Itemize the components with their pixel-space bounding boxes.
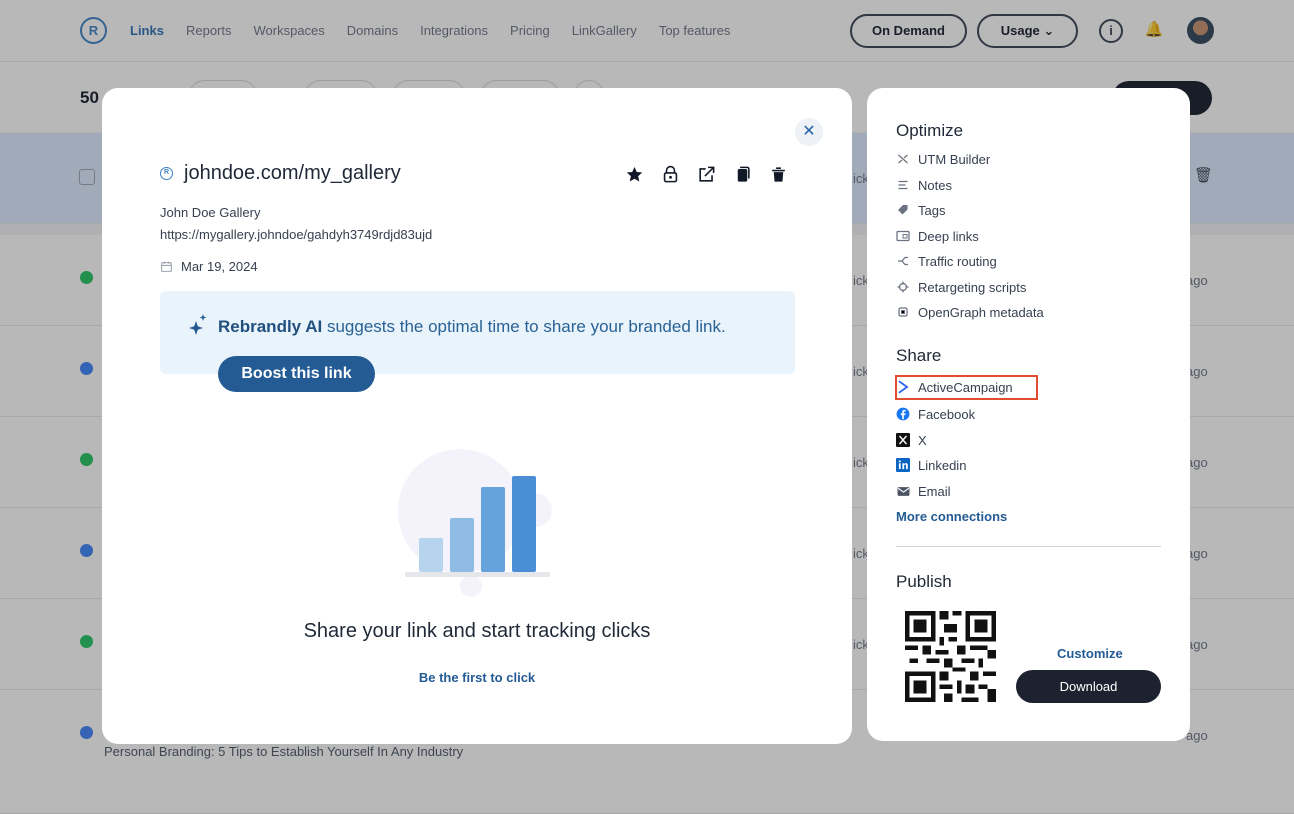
optimize-item-retargeting-scripts[interactable]: Retargeting scripts (896, 277, 1026, 297)
share-item-linkedin[interactable]: Linkedin (896, 455, 966, 475)
destination-url[interactable]: https://mygallery.johndoe/gahdyh3749rdjd… (160, 227, 432, 242)
more-connections-link[interactable]: More connections (896, 509, 1007, 524)
deep-link-icon (896, 229, 910, 243)
date-text: Mar 19, 2024 (181, 259, 258, 274)
rebrandly-icon: R (160, 167, 173, 180)
optimize-item-opengraph-metadata[interactable]: OpenGraph metadata (896, 302, 1044, 322)
optimize-item-tags[interactable]: Tags (896, 200, 945, 220)
created-date: Mar 19, 2024 (160, 259, 258, 274)
optimize-item-utm-builder[interactable]: UTM Builder (896, 149, 990, 169)
optimize-label: Traffic routing (918, 253, 997, 269)
email-icon (896, 484, 910, 498)
share-label: Facebook (918, 406, 976, 422)
share-label: ActiveCampaign (918, 379, 1013, 395)
optimize-label: Retargeting scripts (918, 279, 1027, 295)
opengraph-icon (896, 305, 910, 319)
share-heading: Share (896, 346, 942, 365)
optimize-label: Deep links (918, 228, 979, 244)
optimize-item-deep-links[interactable]: Deep links (896, 226, 979, 246)
activecampaign-icon (896, 380, 910, 394)
x-icon (896, 433, 910, 447)
copy-icon[interactable] (732, 164, 752, 184)
link-details-modal: ✕ R johndoe.com/my_gallery John Doe Gall… (102, 88, 852, 744)
routing-icon (896, 254, 910, 268)
short-link[interactable]: johndoe.com/my_gallery (184, 162, 401, 185)
lock-icon[interactable] (660, 164, 680, 184)
optimize-label: UTM Builder (918, 151, 991, 167)
optimize-label: OpenGraph metadata (918, 304, 1044, 320)
share-label: X (918, 432, 927, 448)
ai-suggestion-text: Rebrandly AI suggests the optimal time t… (218, 317, 726, 337)
share-item-activecampaign[interactable]: ActiveCampaign (896, 377, 1013, 397)
share-label: Email (918, 483, 951, 499)
share-label: Linkedin (918, 457, 967, 473)
close-button[interactable]: ✕ (795, 118, 823, 146)
panel-divider (896, 546, 1161, 547)
boost-link-button[interactable]: Boost this link (218, 356, 375, 392)
first-click-link[interactable]: Be the first to click (102, 670, 852, 685)
ai-brand: Rebrandly AI (218, 317, 323, 336)
target-icon (896, 280, 910, 294)
empty-chart-illustration (398, 449, 552, 597)
star-icon[interactable] (624, 164, 644, 184)
optimize-item-notes[interactable]: Notes (896, 175, 952, 195)
share-item-facebook[interactable]: Facebook (896, 404, 975, 424)
ai-suggestion-box: Rebrandly AI suggests the optimal time t… (160, 291, 795, 392)
trash-icon[interactable] (768, 164, 788, 184)
optimize-heading: Optimize (896, 121, 964, 140)
share-item-x[interactable]: X (896, 430, 927, 450)
link-actions (624, 164, 788, 184)
download-qr-button[interactable]: Download (1016, 670, 1161, 703)
linkedin-icon (896, 458, 910, 472)
optimize-label: Notes (918, 177, 952, 193)
tag-icon (896, 203, 910, 217)
link-title[interactable]: John Doe Gallery (160, 205, 260, 220)
facebook-icon (896, 407, 910, 421)
customize-qr-link[interactable]: Customize (1057, 646, 1123, 661)
optimize-item-traffic-routing[interactable]: Traffic routing (896, 251, 997, 271)
empty-state-title: Share your link and start tracking click… (303, 620, 651, 642)
calendar-icon (161, 261, 172, 272)
publish-heading: Publish (896, 572, 952, 591)
optimize-label: Tags (918, 202, 946, 218)
external-link-icon[interactable] (696, 164, 716, 184)
utm-icon (896, 152, 910, 166)
sparkle-icon (189, 314, 207, 335)
notes-icon (896, 178, 910, 192)
share-item-email[interactable]: Email (896, 481, 951, 501)
link-options-panel: Optimize UTM Builder Notes Tags Deep lin… (867, 88, 1190, 741)
qr-code[interactable] (905, 611, 996, 702)
ai-message: suggests the optimal time to share your … (322, 317, 726, 336)
